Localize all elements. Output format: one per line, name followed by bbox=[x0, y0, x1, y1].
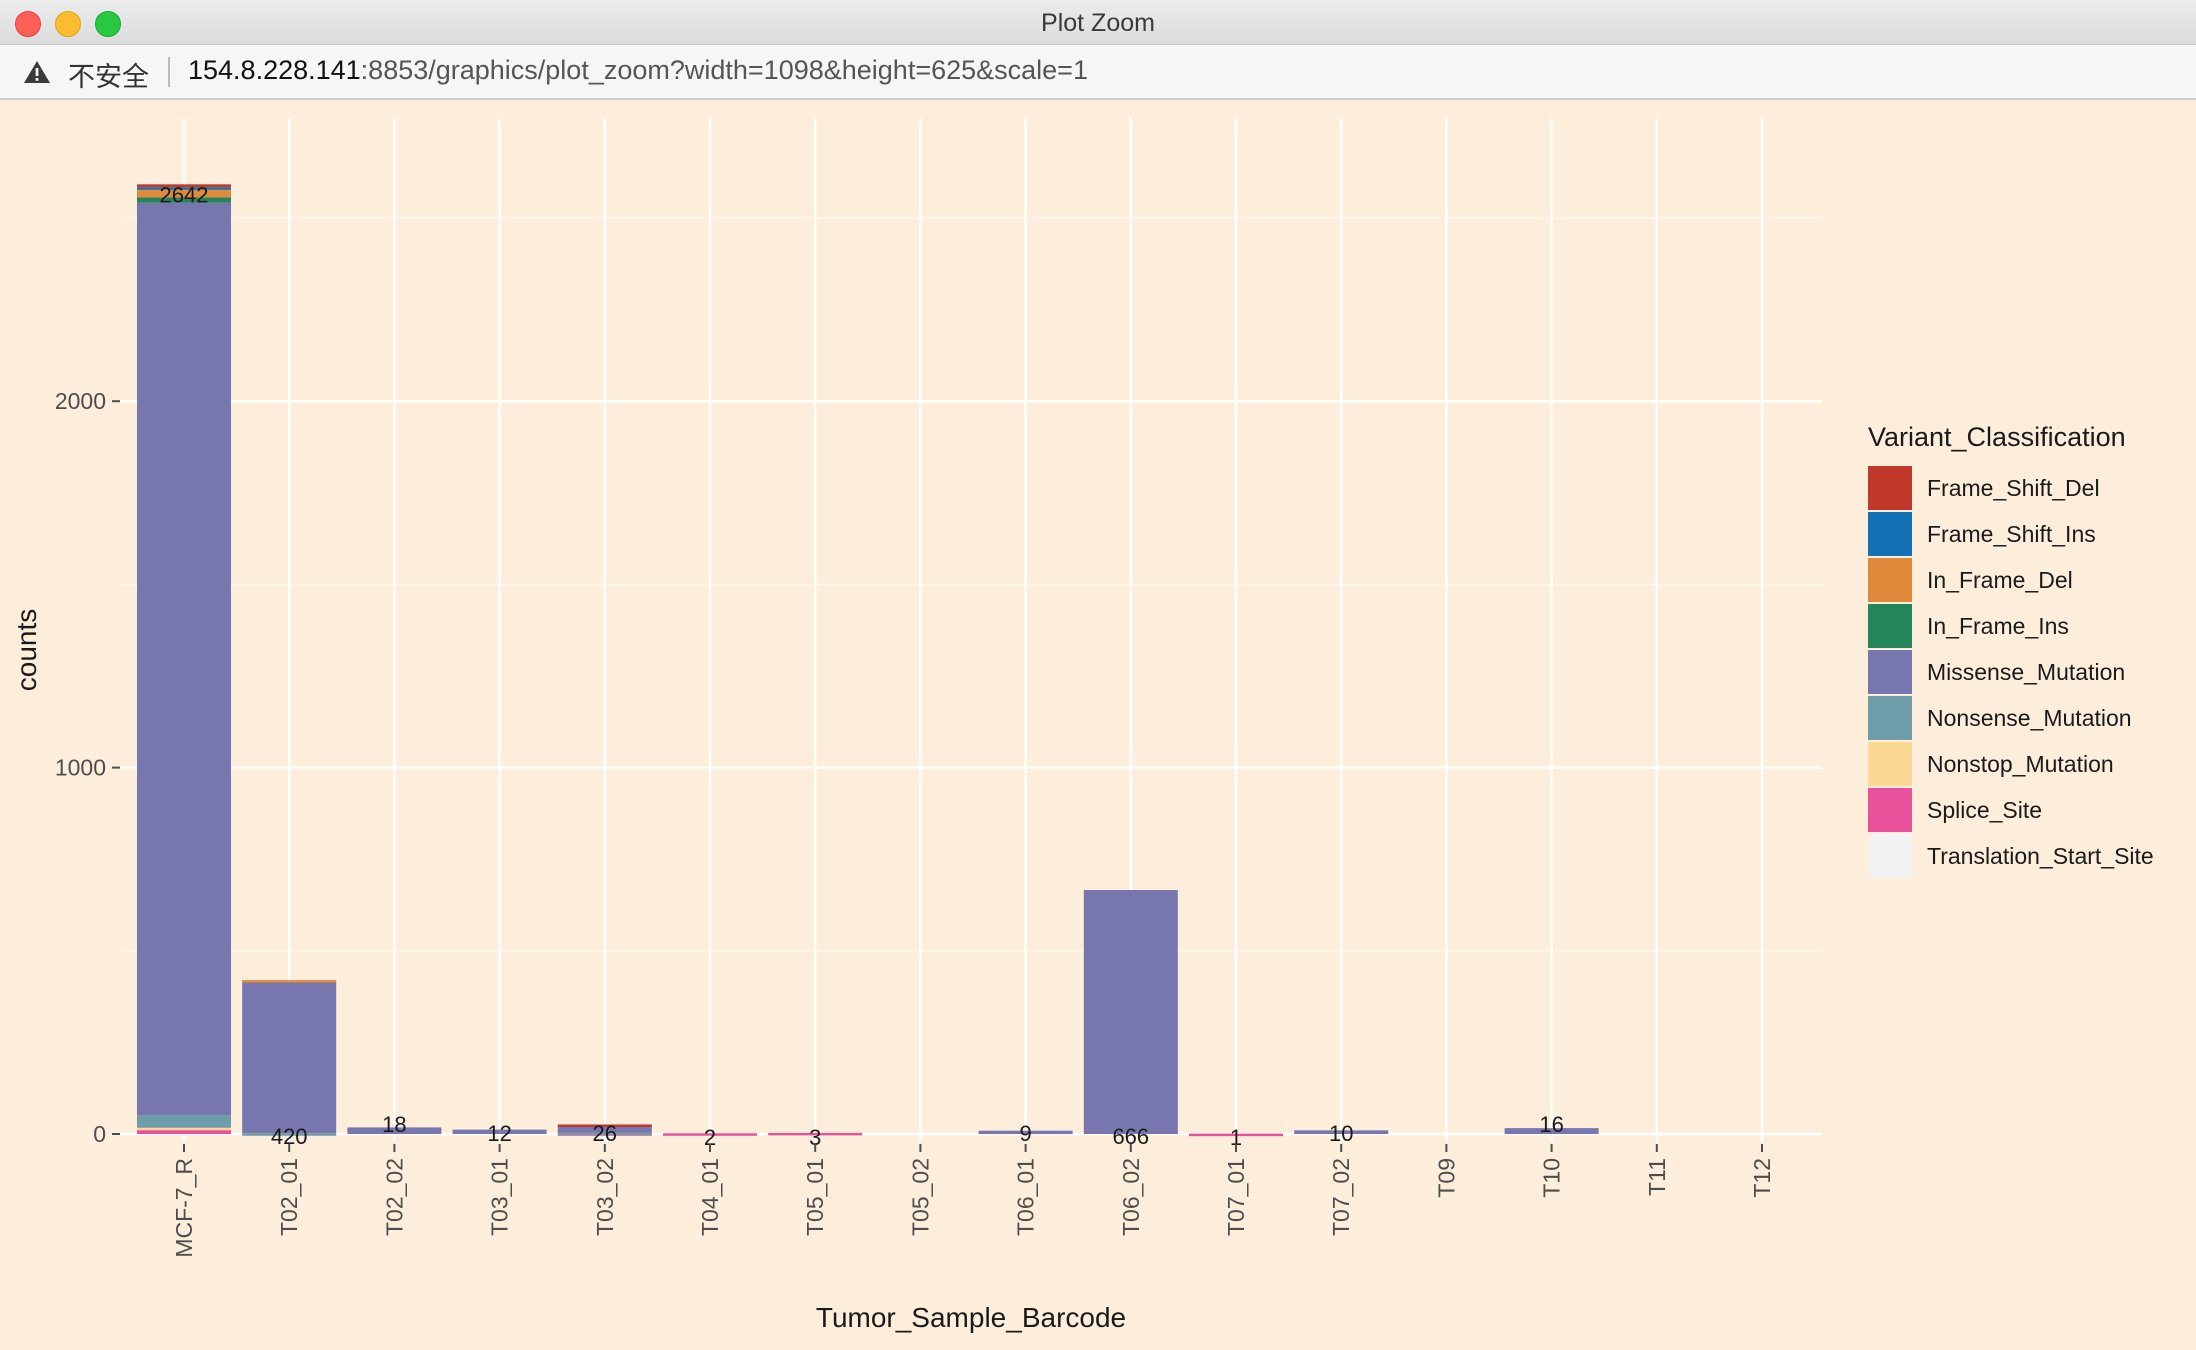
x-tick-label: T02_02 bbox=[381, 1158, 407, 1236]
bar-total-label: 2642 bbox=[160, 182, 209, 207]
legend-swatch bbox=[1868, 650, 1912, 694]
legend-label: Frame_Shift_Ins bbox=[1927, 521, 2096, 547]
url-divider bbox=[168, 57, 170, 87]
y-tick-label: 1000 bbox=[55, 755, 106, 781]
y-tick-label: 0 bbox=[93, 1121, 106, 1147]
legend-label: In_Frame_Ins bbox=[1927, 613, 2069, 639]
x-tick-label: T09 bbox=[1433, 1158, 1459, 1198]
url-host: 154.8.228.141 bbox=[188, 55, 361, 85]
legend-label: Translation_Start_Site bbox=[1927, 843, 2154, 869]
bar-segment bbox=[1083, 889, 1178, 1134]
bar-total-label: 26 bbox=[593, 1121, 617, 1146]
x-tick-label: T10 bbox=[1539, 1158, 1565, 1198]
x-tick-label: T03_02 bbox=[592, 1158, 618, 1236]
url-text[interactable]: 154.8.228.141:8853/graphics/plot_zoom?wi… bbox=[188, 55, 1088, 86]
legend-title: Variant_Classification bbox=[1868, 422, 2126, 452]
warning-icon bbox=[24, 61, 50, 83]
x-tick-label: T06_02 bbox=[1118, 1158, 1144, 1236]
legend-label: Missense_Mutation bbox=[1927, 659, 2125, 685]
bar-total-label: 12 bbox=[487, 1121, 511, 1146]
legend-swatch bbox=[1868, 742, 1912, 786]
bar-segment bbox=[137, 1127, 231, 1131]
security-label: 不安全 bbox=[68, 62, 149, 92]
bar-total-label: 18 bbox=[382, 1112, 406, 1137]
x-tick-label: T12 bbox=[1749, 1158, 1775, 1198]
y-axis-title: counts bbox=[11, 609, 42, 692]
x-tick-label: T05_01 bbox=[802, 1158, 828, 1236]
x-tick-label: T05_02 bbox=[907, 1158, 933, 1236]
legend-swatch bbox=[1868, 834, 1912, 878]
bar-total-label: 9 bbox=[1019, 1121, 1031, 1146]
y-tick-label: 2000 bbox=[55, 388, 106, 414]
legend-label: Splice_Site bbox=[1927, 797, 2042, 823]
bar-segment bbox=[137, 202, 231, 1115]
legend-swatch bbox=[1868, 788, 1912, 832]
legend-label: Frame_Shift_Del bbox=[1927, 475, 2100, 501]
window-title: Plot Zoom bbox=[1041, 9, 1155, 37]
legend-swatch bbox=[1868, 558, 1912, 602]
stacked-bar-chart: 2642420 18 12 26 2 3 9 666 1 10 16 010002000 MCF-7… bbox=[0, 100, 2196, 1350]
x-axis-title: Tumor_Sample_Barcode bbox=[816, 1302, 1126, 1333]
url-path: :8853/graphics/plot_zoom?width=1098&heig… bbox=[360, 55, 1088, 85]
plot-zoom-window: Plot Zoom 不安全 154.8.228.141:8853/graphic… bbox=[0, 0, 2196, 1350]
legend-swatch bbox=[1868, 466, 1912, 510]
chart-background bbox=[0, 100, 2196, 1350]
address-bar[interactable]: 不安全 154.8.228.141:8853/graphics/plot_zoo… bbox=[0, 45, 2196, 100]
x-tick-label: T04_01 bbox=[697, 1158, 723, 1236]
x-tick-label: T07_01 bbox=[1223, 1158, 1249, 1236]
legend-swatch bbox=[1868, 604, 1912, 648]
legend-label: Nonsense_Mutation bbox=[1927, 705, 2132, 731]
legend-swatch bbox=[1868, 696, 1912, 740]
title-bar[interactable]: Plot Zoom bbox=[0, 0, 2196, 45]
x-tick-label: T02_01 bbox=[276, 1158, 302, 1236]
legend-swatch bbox=[1868, 512, 1912, 556]
x-tick-label: MCF-7_R bbox=[171, 1158, 197, 1258]
bar-segment bbox=[242, 980, 337, 983]
x-tick-label: T03_01 bbox=[487, 1158, 513, 1236]
bar-segment bbox=[242, 980, 337, 1134]
bar-total-label: 10 bbox=[1329, 1121, 1353, 1146]
x-tick-label: T07_02 bbox=[1328, 1158, 1354, 1236]
bar-total-label: 16 bbox=[1539, 1112, 1563, 1137]
legend-label: In_Frame_Del bbox=[1927, 567, 2073, 593]
bar-segment bbox=[137, 1114, 231, 1128]
x-tick-label: T11 bbox=[1644, 1158, 1670, 1196]
x-tick-label: T06_01 bbox=[1013, 1158, 1039, 1236]
legend-label: Nonstop_Mutation bbox=[1927, 751, 2114, 777]
